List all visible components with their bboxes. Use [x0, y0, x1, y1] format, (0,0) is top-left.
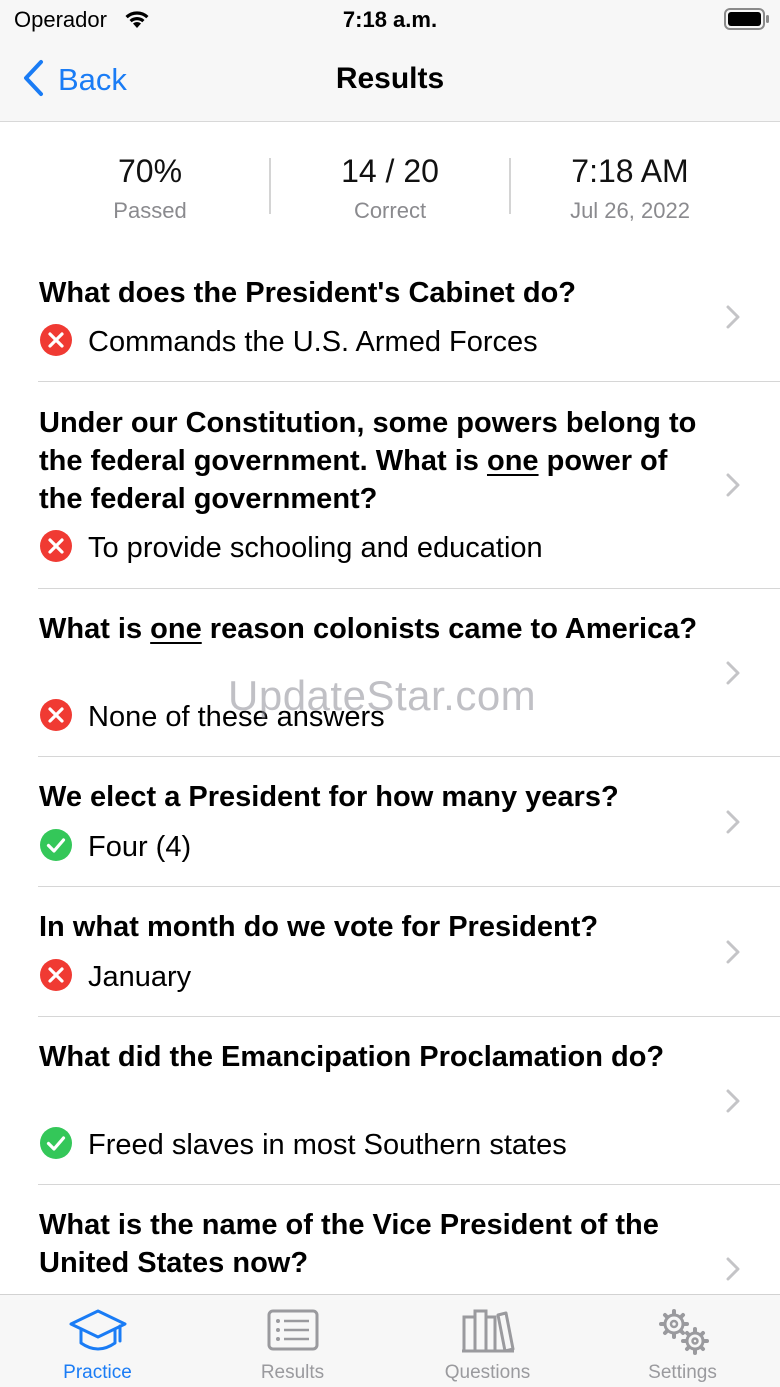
answer: Freed slaves in most Southern states — [39, 1126, 567, 1165]
chevron-right-icon — [725, 809, 741, 840]
question-text: We elect a President for how many years? — [39, 781, 619, 813]
answer-text: None of these answers — [88, 700, 385, 733]
answer-text: Four (4) — [88, 830, 192, 863]
results-summary: 70% Passed 14 / 20 Correct 7:18 AM Jul 2… — [0, 123, 780, 253]
books-icon — [390, 1307, 585, 1357]
chevron-right-icon — [725, 304, 741, 335]
battery-icon — [724, 8, 770, 35]
answer-text: January — [88, 960, 192, 993]
date-stat: 7:18 AM Jul 26, 2022 — [510, 153, 750, 224]
question-text: What does the President's Cabinet do? — [39, 277, 577, 309]
page-title: Results — [335, 62, 445, 95]
tab-label: Practice — [63, 1362, 132, 1383]
chevron-right-icon — [725, 1088, 741, 1119]
status-bar: Operador 7:18 a.m. — [0, 0, 780, 40]
correct-answer-icon — [39, 1126, 73, 1165]
correct-label: Correct — [353, 198, 427, 223]
tab-label: Questions — [444, 1362, 531, 1383]
tab-settings[interactable]: Settings — [585, 1295, 780, 1387]
time-value: 7:18 AM — [571, 153, 689, 189]
list-icon — [195, 1307, 390, 1357]
result-row[interactable]: What did the Emancipation Proclamation d… — [0, 1017, 780, 1185]
tab-practice[interactable]: Practice — [0, 1295, 195, 1387]
question-text: What did the Emancipation Proclamation d… — [39, 1041, 665, 1073]
chevron-right-icon — [725, 939, 741, 970]
answer: None of these answers — [39, 698, 385, 737]
answer: Four (4) — [39, 828, 192, 867]
tab-label: Results — [260, 1362, 325, 1383]
question-text: In what month do we vote for President? — [39, 911, 599, 943]
question-text: Under our Constitution, some powers belo… — [39, 404, 699, 518]
chevron-right-icon — [725, 660, 741, 691]
status-time: 7:18 a.m. — [342, 7, 438, 32]
graduation-cap-icon — [0, 1307, 195, 1357]
correct-stat: 14 / 20 Correct — [270, 153, 510, 224]
answer: To provide schooling and education — [39, 529, 543, 568]
wrong-answer-icon — [39, 698, 73, 737]
question-text-part: reason colonists came to America? — [201, 613, 698, 645]
question-text-part: What is — [39, 613, 151, 645]
result-row[interactable]: In what month do we vote for President? … — [0, 887, 780, 1017]
answer: January — [39, 958, 192, 997]
navigation-bar: Back Results — [0, 40, 780, 122]
tab-label: Settings — [648, 1362, 717, 1383]
question-text: What is the name of the Vice President o… — [39, 1209, 659, 1279]
result-row[interactable]: We elect a President for how many years?… — [0, 757, 780, 887]
answer-text: To provide schooling and education — [88, 531, 543, 564]
tab-results[interactable]: Results — [195, 1295, 390, 1387]
result-row[interactable]: What is the name of the Vice President o… — [0, 1185, 780, 1294]
answer: Commands the U.S. Armed Forces — [39, 323, 538, 362]
wrong-answer-icon — [39, 958, 73, 997]
question-emphasis: one — [486, 445, 539, 477]
answer-text: Commands the U.S. Armed Forces — [88, 325, 538, 358]
answer-text: Freed slaves in most Southern states — [88, 1128, 567, 1161]
gears-icon — [585, 1307, 780, 1357]
score-label: Passed — [113, 198, 187, 223]
result-row[interactable]: What does the President's Cabinet do? Co… — [0, 262, 780, 382]
question-emphasis: one — [150, 613, 202, 645]
wrong-answer-icon — [39, 529, 73, 568]
chevron-right-icon — [725, 472, 741, 503]
wrong-answer-icon — [39, 323, 73, 362]
chevron-right-icon — [725, 1256, 741, 1287]
correct-value: 14 / 20 — [341, 153, 439, 189]
result-row[interactable]: What is one reason colonists came to Ame… — [0, 589, 780, 757]
tab-bar: Practice Results Questions Settings — [0, 1294, 780, 1387]
question-text: What is one reason colonists came to Ame… — [39, 610, 699, 648]
score-value: 70% — [117, 153, 183, 189]
result-row[interactable]: Under our Constitution, some powers belo… — [0, 382, 780, 589]
date-label: Jul 26, 2022 — [570, 198, 690, 223]
correct-answer-icon — [39, 828, 73, 867]
results-list: What does the President's Cabinet do? Co… — [0, 262, 780, 1294]
score-stat: 70% Passed — [30, 153, 270, 224]
tab-questions[interactable]: Questions — [390, 1295, 585, 1387]
